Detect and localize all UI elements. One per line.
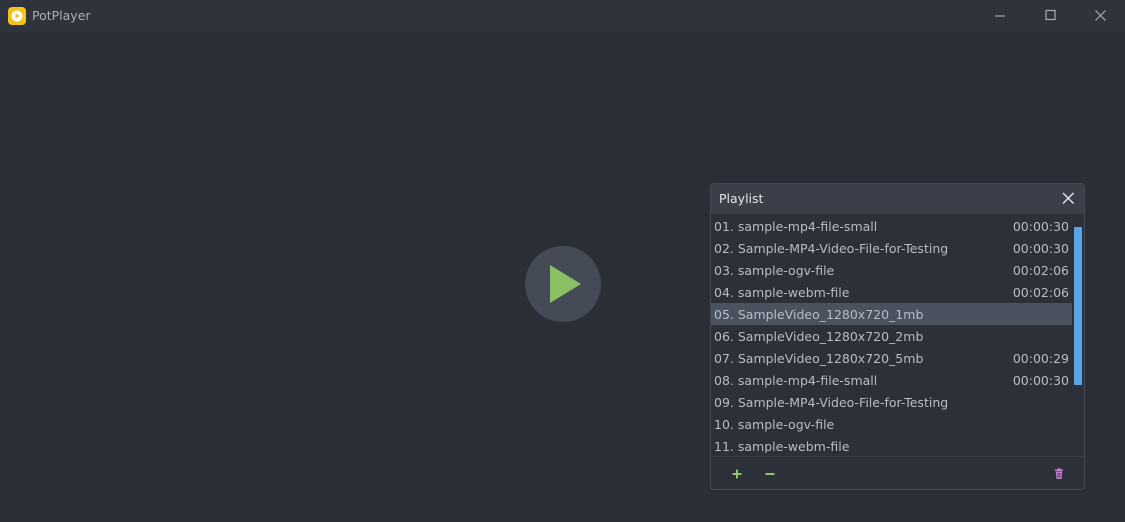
close-icon bbox=[1095, 10, 1106, 21]
playlist-item-duration: 00:00:30 bbox=[1012, 373, 1069, 388]
playlist-item-name: 10. sample-ogv-file bbox=[714, 417, 835, 432]
playlist-item-name: 04. sample-webm-file bbox=[714, 285, 850, 300]
playlist-item-selected[interactable]: 05. SampleVideo_1280x720_1mb bbox=[711, 303, 1072, 325]
playlist-scrollbar-thumb[interactable] bbox=[1074, 227, 1082, 385]
app-title: PotPlayer bbox=[32, 8, 91, 23]
playlist-item[interactable]: 09. Sample-MP4-Video-File-for-Testing bbox=[711, 391, 1072, 413]
playlist-item[interactable]: 06. SampleVideo_1280x720_2mb bbox=[711, 325, 1072, 347]
playlist-item-duration: 00:00:29 bbox=[1012, 351, 1069, 366]
playlist-item-name: 07. SampleVideo_1280x720_5mb bbox=[714, 351, 924, 366]
remove-item-button[interactable] bbox=[759, 463, 781, 485]
playlist-footer bbox=[711, 456, 1084, 489]
playlist-item-name: 06. SampleVideo_1280x720_2mb bbox=[714, 329, 924, 344]
plus-icon bbox=[732, 469, 742, 479]
playlist-close-button[interactable] bbox=[1058, 189, 1078, 209]
playlist-item[interactable]: 03. sample-ogv-file 00:02:06 bbox=[711, 259, 1072, 281]
playlist-item-duration: 00:02:06 bbox=[1012, 263, 1069, 278]
maximize-button[interactable] bbox=[1027, 0, 1075, 32]
trash-icon bbox=[1055, 468, 1063, 479]
playlist-item-duration: 00:00:30 bbox=[1012, 219, 1069, 234]
playlist-item[interactable]: 07. SampleVideo_1280x720_5mb 00:00:29 bbox=[711, 347, 1072, 369]
playlist-item[interactable]: 04. sample-webm-file 00:02:06 bbox=[711, 281, 1072, 303]
potplayer-logo-icon[interactable] bbox=[8, 7, 26, 25]
playlist-scrollbar[interactable] bbox=[1072, 215, 1084, 453]
playlist-title: Playlist bbox=[719, 191, 764, 206]
minus-icon bbox=[765, 473, 775, 475]
add-item-button[interactable] bbox=[726, 463, 748, 485]
maximize-icon bbox=[1045, 9, 1056, 21]
playlist-item-name: 09. Sample-MP4-Video-File-for-Testing bbox=[714, 395, 949, 410]
playlist-item-duration: 00:02:06 bbox=[1012, 285, 1069, 300]
playlist-item-name: 02. Sample-MP4-Video-File-for-Testing bbox=[714, 241, 949, 256]
playlist-item[interactable]: 02. Sample-MP4-Video-File-for-Testing 00… bbox=[711, 237, 1072, 259]
playlist-item-name: 03. sample-ogv-file bbox=[714, 263, 835, 278]
play-icon bbox=[550, 265, 581, 303]
playlist-header: Playlist bbox=[711, 184, 1084, 214]
playlist-item[interactable]: 10. sample-ogv-file bbox=[711, 413, 1072, 435]
playlist-item[interactable]: 01. sample-mp4-file-small 00:00:30 bbox=[711, 215, 1072, 237]
playlist-item-duration: 00:00:30 bbox=[1012, 241, 1069, 256]
close-icon bbox=[1062, 192, 1074, 204]
clear-playlist-button[interactable] bbox=[1048, 463, 1070, 485]
minimize-icon bbox=[995, 15, 1005, 17]
playlist-item-name: 08. sample-mp4-file-small bbox=[714, 373, 878, 388]
playlist-list[interactable]: 01. sample-mp4-file-small 00:00:30 02. S… bbox=[711, 215, 1072, 453]
playlist-item[interactable]: 08. sample-mp4-file-small 00:00:30 bbox=[711, 369, 1072, 391]
minimize-button[interactable] bbox=[977, 0, 1025, 32]
playlist-item-name: 11. sample-webm-file bbox=[714, 439, 850, 453]
title-bar: PotPlayer bbox=[0, 0, 1125, 32]
playlist-panel: Playlist 01. sample-mp4-file-small 00:00… bbox=[710, 183, 1085, 490]
close-window-button[interactable] bbox=[1077, 0, 1125, 32]
playlist-item[interactable]: 11. sample-webm-file bbox=[711, 435, 1072, 453]
playlist-item-name: 01. sample-mp4-file-small bbox=[714, 219, 878, 234]
play-button[interactable] bbox=[525, 246, 601, 322]
playlist-item-name: 05. SampleVideo_1280x720_1mb bbox=[714, 307, 924, 322]
